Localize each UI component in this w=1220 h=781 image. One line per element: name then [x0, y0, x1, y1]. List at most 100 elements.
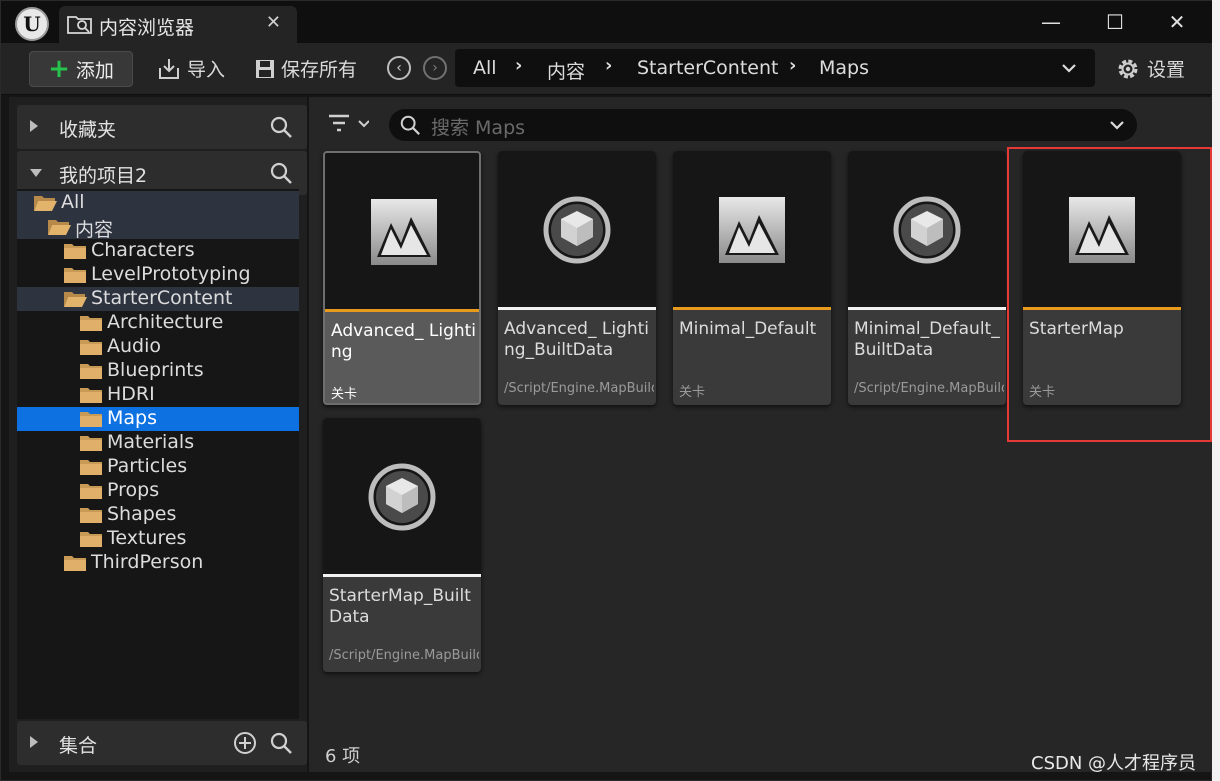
history-back-button[interactable]: ‹ [387, 56, 411, 80]
folder-icon [64, 268, 86, 283]
tree-item-thirdperson[interactable]: ThirdPerson [17, 551, 299, 575]
tree-item-architecture[interactable]: Architecture [17, 311, 299, 335]
history-forward-button[interactable]: › [423, 56, 447, 80]
filter-icon[interactable] [327, 113, 369, 135]
chevron-right-icon: › [515, 55, 523, 76]
tree-item-label: LevelPrototyping [91, 263, 251, 285]
content-browser-icon [67, 16, 92, 34]
breadcrumb-startercontent[interactable]: StarterContent [637, 57, 778, 79]
favorites-label: 收藏夹 [59, 119, 117, 141]
asset-name: StarterMap_Built Data [329, 586, 471, 627]
tree-item-label: Architecture [107, 311, 224, 333]
search-placeholder: 搜索 Maps [431, 117, 526, 139]
tree-item-shapes[interactable]: Shapes [17, 503, 299, 527]
folder-icon [64, 244, 86, 259]
asset-name: Advanced_ Lighting [331, 321, 477, 362]
tree-item-characters[interactable]: Characters [17, 239, 299, 263]
tree-item-label: Characters [91, 239, 195, 261]
tree-item-textures[interactable]: Textures [17, 527, 299, 551]
title-bar: U 内容浏览器 ✕ — ☐ ✕ [1, 1, 1213, 43]
breadcrumb-all[interactable]: All [473, 57, 497, 79]
tab-content-browser[interactable]: 内容浏览器 ✕ [59, 6, 297, 43]
folder-open-icon [64, 292, 87, 307]
search-icon[interactable] [269, 731, 293, 755]
triangle-right-icon [30, 120, 38, 132]
save-icon [256, 59, 274, 78]
close-tab-icon[interactable]: ✕ [266, 12, 281, 33]
tree-item-audio[interactable]: Audio [17, 335, 299, 359]
asset-type-color-bar [323, 574, 481, 577]
tree-item-label: 内容 [75, 219, 114, 241]
tree-item-label: Maps [107, 407, 157, 429]
folder-open-icon [48, 220, 71, 235]
asset-type-label: /Script/Engine.MapBuildDataRegistry [329, 648, 479, 663]
asset-tile[interactable]: Minimal_Default_ BuiltData/Script/Engine… [848, 151, 1006, 405]
asset-type-color-bar [325, 309, 479, 312]
asset-thumbnail [498, 151, 656, 307]
tree-item-props[interactable]: Props [17, 479, 299, 503]
search-icon[interactable] [269, 115, 293, 139]
tree-item-particles[interactable]: Particles [17, 455, 299, 479]
save-all-button[interactable]: 保存所有 [255, 55, 357, 82]
folder-icon [80, 436, 102, 451]
asset-thumbnail [323, 418, 481, 574]
tab-title: 内容浏览器 [99, 17, 195, 39]
folder-icon [80, 316, 102, 331]
asset-tile[interactable]: Minimal_Default 关卡 [673, 151, 831, 405]
tree-item-hdri[interactable]: HDRI [17, 383, 299, 407]
tree-item-label: Textures [107, 527, 187, 549]
unreal-logo-icon: U [15, 7, 49, 41]
folder-tree: All 内容 Characters LevelPrototyping StarterCo… [17, 189, 299, 719]
folder-icon [80, 460, 102, 475]
import-button[interactable]: 导入 [157, 55, 225, 82]
tree-item-label: Props [107, 479, 160, 501]
item-count: 6 项 [325, 746, 361, 767]
chevron-down-icon[interactable] [1109, 119, 1125, 131]
arrow-left-icon: ‹ [387, 56, 411, 80]
data-icon [543, 196, 611, 264]
search-icon [400, 115, 420, 135]
favorites-header[interactable]: 收藏夹 [17, 105, 307, 149]
breadcrumb-maps[interactable]: Maps [819, 57, 869, 79]
triangle-down-icon [30, 169, 42, 177]
tree-item-label: Blueprints [107, 359, 204, 381]
folder-icon [80, 508, 102, 523]
asset-tile[interactable]: StarterMap_Built Data/Script/Engine.MapB… [323, 418, 481, 672]
asset-search-input[interactable]: 搜索 Maps [389, 109, 1137, 141]
gear-icon [1118, 59, 1138, 78]
chevron-down-icon[interactable] [1061, 62, 1077, 74]
folder-icon [80, 364, 102, 379]
maximize-button[interactable]: ☐ [1095, 7, 1135, 37]
asset-type-label: /Script/Engine.MapBuildDataRegistry [504, 381, 654, 396]
tree-item-levelprototyping[interactable]: LevelPrototyping [17, 263, 299, 287]
tree-item-materials[interactable]: Materials [17, 431, 299, 455]
close-window-button[interactable]: ✕ [1157, 7, 1197, 37]
breadcrumb[interactable]: All › 内容 › StarterContent › Maps [455, 49, 1095, 87]
asset-tile[interactable]: Advanced_ Lighting 关卡 [323, 151, 481, 405]
chevron-right-icon: › [789, 55, 797, 76]
tree-item-label: Materials [107, 431, 195, 453]
import-label: 导入 [187, 59, 226, 81]
asset-tile[interactable]: Advanced_ Lighting_BuiltData/Script/Engi… [498, 151, 656, 405]
asset-thumbnail [673, 151, 831, 307]
breadcrumb-content[interactable]: 内容 [547, 57, 585, 84]
folder-icon [80, 532, 102, 547]
save-all-label: 保存所有 [281, 59, 358, 81]
minimize-button[interactable]: — [1031, 7, 1071, 37]
add-button[interactable]: + 添加 [29, 51, 133, 87]
data-icon [893, 196, 961, 264]
arrow-right-icon: › [423, 56, 447, 80]
tree-item-内容[interactable]: 内容 [17, 215, 299, 241]
sources-panel: 收藏夹 我的项目2 All 内容 Characters LevelPrototypin… [9, 97, 307, 772]
tree-item-blueprints[interactable]: Blueprints [17, 359, 299, 383]
tree-item-all[interactable]: All [17, 191, 299, 215]
settings-button[interactable]: 设置 [1115, 55, 1185, 82]
search-icon[interactable] [269, 161, 293, 185]
asset-type-label: 关卡 [679, 385, 706, 400]
add-circle-icon[interactable] [233, 731, 257, 755]
tree-item-label: Shapes [107, 503, 177, 525]
collections-header[interactable]: 集合 [17, 721, 307, 765]
tree-item-maps[interactable]: Maps [17, 407, 299, 431]
tree-item-startercontent[interactable]: StarterContent [17, 287, 299, 311]
level-icon [719, 197, 785, 263]
